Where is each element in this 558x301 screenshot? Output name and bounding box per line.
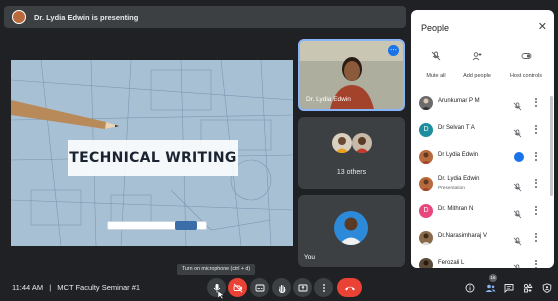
participant-name: Dr Lydia Edwin — [438, 152, 479, 158]
more-options-icon[interactable] — [534, 97, 538, 109]
close-icon[interactable]: ✕ — [538, 20, 547, 33]
raise-hand-button[interactable] — [272, 278, 291, 297]
participant-name: Dr Selvan T A — [438, 125, 475, 131]
participant-avatar — [419, 96, 433, 110]
meeting-info-separator: | — [49, 283, 52, 292]
people-button[interactable] — [483, 281, 497, 295]
participant-count-badge: 16 — [489, 274, 497, 282]
mic-off-icon — [431, 51, 441, 61]
participant-row[interactable]: Ferozali L — [411, 252, 554, 268]
more-options-button[interactable] — [314, 278, 333, 297]
captions-button[interactable] — [250, 278, 269, 297]
mic-off-icon — [513, 179, 522, 197]
more-options-icon[interactable] — [534, 205, 538, 217]
captions-icon — [255, 284, 264, 291]
self-tile[interactable]: You — [298, 195, 405, 267]
more-vert-icon — [322, 283, 325, 292]
more-options-icon[interactable] — [534, 259, 538, 268]
others-count-label: 13 others — [336, 169, 367, 176]
people-icon — [485, 284, 495, 292]
hang-up-icon — [344, 286, 355, 290]
meeting-name: MCT Faculty Seminar #1 — [57, 283, 141, 292]
activities-button[interactable] — [521, 281, 535, 295]
others-tile[interactable]: 13 others — [298, 117, 405, 189]
mic-off-icon — [513, 125, 522, 143]
participant-name: Arunkumar P M — [438, 98, 480, 104]
activities-icon — [523, 283, 533, 293]
meet-window: Dr. Lydia Edwin is presenting TECHNICAL … — [0, 0, 558, 301]
meeting-info: 11:44 AM | MCT Faculty Seminar #1 — [12, 283, 140, 292]
participant-avatar — [419, 177, 433, 191]
meeting-details-button[interactable] — [463, 281, 477, 295]
mic-off-icon — [513, 206, 522, 224]
microphone-tooltip: Turn on microphone (ctrl + d) — [177, 264, 255, 275]
host-controls-label: Host controls — [509, 73, 543, 79]
presentation-slide: TECHNICAL WRITING — [11, 60, 293, 246]
meeting-time: 11:44 AM — [12, 283, 44, 292]
people-panel-title: People — [421, 23, 450, 33]
slide-title: TECHNICAL WRITING — [69, 150, 237, 166]
self-avatar — [334, 211, 368, 245]
participant-list: Arunkumar P M D Dr Selvan T A Dr Lydia E… — [411, 90, 554, 268]
cursor-icon — [218, 291, 224, 299]
more-options-icon[interactable] — [534, 151, 538, 163]
speaker-tile[interactable]: ⋯ Dr. Lydia Edwin — [298, 39, 405, 111]
toggle-icon — [521, 53, 531, 59]
host-controls-button[interactable]: Host controls — [504, 51, 548, 82]
mute-all-button[interactable]: Mute all — [414, 51, 458, 82]
camera-off-icon — [233, 283, 242, 292]
mic-off-icon — [513, 233, 522, 251]
participant-row[interactable]: D Dr Selvan T A — [411, 117, 554, 144]
participant-row[interactable]: Dr.Narasimharaj V — [411, 225, 554, 252]
slide-title-box: TECHNICAL WRITING — [68, 140, 238, 176]
participant-row[interactable]: Arunkumar P M — [411, 90, 554, 117]
tile-options-icon[interactable]: ⋯ — [388, 45, 399, 56]
leave-call-button[interactable] — [337, 278, 362, 297]
presenter-avatar — [12, 10, 26, 24]
mic-off-icon — [513, 260, 522, 268]
info-icon — [465, 283, 475, 293]
self-tile-label: You — [304, 254, 315, 261]
participant-row[interactable]: Dr Lydia Edwin — [411, 144, 554, 171]
others-avatar-2 — [352, 133, 372, 153]
camera-button[interactable] — [228, 278, 247, 297]
present-button[interactable] — [293, 278, 312, 297]
participant-avatar — [419, 258, 433, 268]
chat-button[interactable] — [502, 281, 516, 295]
more-options-icon[interactable] — [534, 232, 538, 244]
chat-icon — [504, 284, 514, 293]
participant-row[interactable]: Dr. Lydia Edwin Presentation — [411, 171, 554, 198]
presenting-banner: Dr. Lydia Edwin is presenting — [4, 6, 406, 28]
participant-name: Dr. Mithran N — [438, 206, 474, 212]
participant-subtitle: Presentation — [438, 186, 465, 191]
participant-avatar — [419, 150, 433, 164]
participant-name: Dr.Narasimharaj V — [438, 233, 488, 239]
people-scrollbar[interactable] — [550, 96, 553, 196]
more-options-icon[interactable] — [534, 124, 538, 136]
participant-row[interactable]: D Dr. Mithran N — [411, 198, 554, 225]
participant-name: Dr. Lydia Edwin — [438, 176, 480, 182]
hand-icon — [278, 284, 285, 293]
participant-avatar: D — [419, 204, 433, 218]
add-people-button[interactable]: Add people — [455, 51, 499, 82]
add-people-label: Add people — [463, 73, 491, 79]
speaking-indicator-icon — [514, 152, 524, 162]
mute-all-label: Mute all — [426, 73, 446, 79]
host-controls-shield-button[interactable] — [540, 281, 554, 295]
participant-avatar — [419, 231, 433, 245]
speaker-tile-label: Dr. Lydia Edwin — [306, 96, 351, 103]
presenting-text: Dr. Lydia Edwin is presenting — [34, 12, 139, 22]
shield-icon — [542, 283, 552, 293]
participant-avatar: D — [419, 123, 433, 137]
slide-search-button — [175, 221, 197, 230]
others-avatar-1 — [332, 133, 352, 153]
present-icon — [298, 284, 307, 291]
participant-name: Ferozali L — [438, 260, 465, 266]
people-panel: People ✕ Mute all Add people Host contro… — [411, 10, 554, 268]
more-options-icon[interactable] — [534, 178, 538, 190]
mic-off-icon — [513, 98, 522, 116]
person-add-icon — [472, 52, 482, 61]
